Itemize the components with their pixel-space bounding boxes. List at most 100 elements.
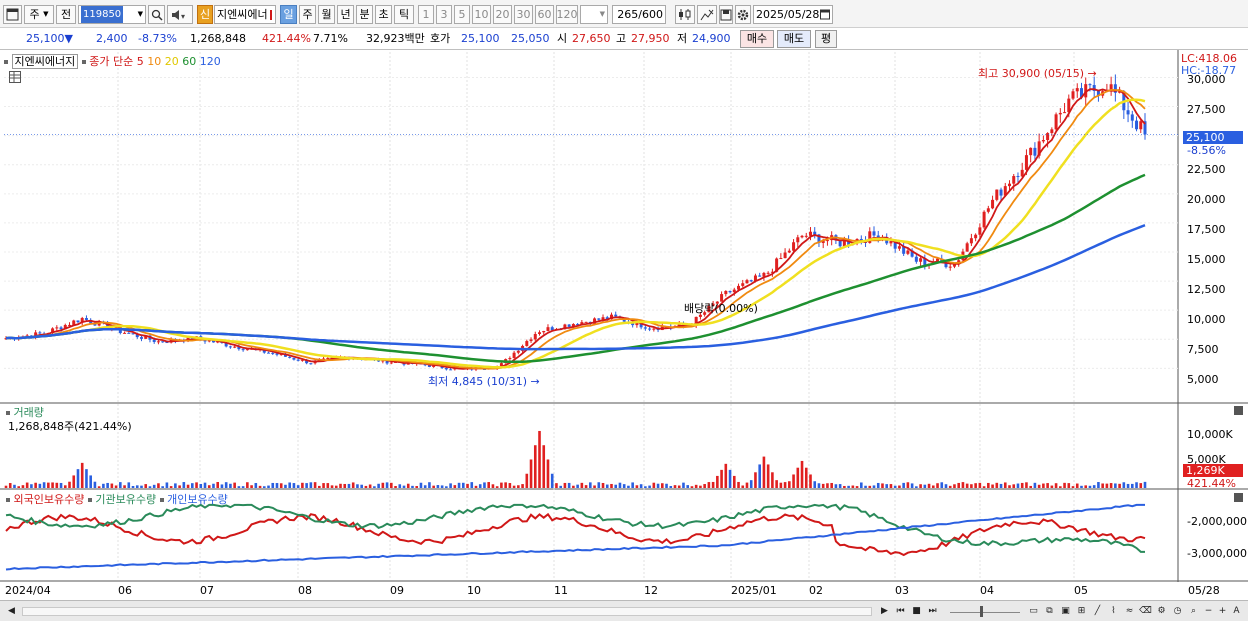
num-button-10[interactable]: 10 (472, 5, 491, 24)
volume-bar (851, 485, 855, 488)
clock-icon[interactable]: ◷ (1170, 604, 1185, 619)
count-max: /600 (638, 8, 663, 21)
settings-icon[interactable]: ⚙ (1154, 604, 1169, 619)
stock-code-input[interactable]: 119850 ▼ (78, 5, 146, 24)
custom-num-select[interactable]: ▼ (580, 5, 608, 24)
interval-year[interactable]: 년 (337, 5, 354, 24)
interval-minute[interactable]: 분 (356, 5, 373, 24)
volume-bar (775, 480, 778, 488)
period-select[interactable]: 주 ▼ (24, 5, 54, 24)
volume-bar (85, 469, 88, 488)
speaker-icon[interactable]: ▾ (167, 5, 193, 24)
chart-canvas[interactable] (0, 50, 1248, 600)
interval-week[interactable]: 주 (299, 5, 316, 24)
data-table-icon[interactable] (9, 71, 21, 83)
erase-icon[interactable]: ⌫ (1138, 604, 1153, 619)
volume-bar (119, 482, 122, 488)
change-amount: 2,400 (96, 32, 128, 45)
hoga-label: 호가 (430, 32, 451, 45)
x-tick: 08 (298, 584, 312, 597)
candle-body (796, 237, 800, 243)
candle-body (161, 341, 165, 343)
low-label: 저 (677, 32, 688, 45)
date-field[interactable]: 2025/05/28 (753, 5, 833, 24)
close-holding-pane-icon[interactable] (1234, 493, 1243, 502)
num-button-1[interactable]: 1 (418, 5, 434, 24)
candle-body (643, 327, 647, 329)
volume-bar (1003, 482, 1007, 488)
count-field[interactable]: 265/600 (612, 5, 666, 24)
interval-day[interactable]: 일 (280, 5, 297, 24)
bid-price: 25,050 (511, 32, 550, 45)
volume-bar (1029, 485, 1032, 488)
overlay-icon[interactable]: ▣ (1058, 604, 1073, 619)
chevron-down-icon: ▼ (599, 10, 605, 18)
zoom-slider[interactable] (950, 605, 1020, 618)
split-icon[interactable]: ⧉ (1042, 604, 1057, 619)
volume-bar (656, 483, 660, 488)
volume-bar (504, 482, 507, 488)
scroll-right-icon[interactable]: ▶ (877, 604, 892, 619)
volume-bar (1063, 482, 1066, 488)
interval-tick[interactable]: 틱 (394, 5, 414, 24)
volume-bar (978, 482, 982, 488)
num-button-120[interactable]: 120 (556, 5, 578, 24)
individual-holding-label: 개인보유수량 (167, 493, 228, 506)
calendar-icon[interactable] (820, 8, 830, 23)
volume-bar (826, 483, 829, 488)
search-icon[interactable] (148, 5, 165, 24)
num-button-30[interactable]: 30 (514, 5, 533, 24)
sell-button[interactable]: 매도 (777, 30, 811, 48)
zoom-in-icon[interactable]: + (1215, 604, 1230, 619)
volume-bar (390, 482, 393, 488)
num-button-5[interactable]: 5 (454, 5, 470, 24)
zoom-icon[interactable]: ⌕ (1186, 604, 1201, 619)
volume-bar (821, 483, 825, 488)
close-volume-pane-icon[interactable] (1234, 406, 1243, 415)
ma-period-60: 60 (182, 55, 197, 68)
interval-month[interactable]: 월 (318, 5, 335, 24)
volume-bar (991, 484, 994, 488)
volume-bar (487, 482, 490, 488)
volume-bar (508, 483, 512, 488)
compare-icon[interactable]: ≈ (1122, 604, 1137, 619)
candle-body (597, 318, 601, 320)
stop-icon[interactable]: ■ (909, 604, 924, 619)
num-button-3[interactable]: 3 (436, 5, 452, 24)
scroll-track[interactable] (22, 607, 872, 616)
rewind-icon[interactable]: ⏮ (893, 604, 908, 619)
volume-bar (97, 486, 101, 488)
x-tick: 12 (644, 584, 658, 597)
prev-button[interactable]: 전 (56, 5, 76, 24)
save-icon[interactable] (719, 5, 733, 24)
stock-name-field[interactable]: 지엔씨에너 (214, 5, 276, 24)
volume-bar (699, 485, 702, 488)
layout-icon[interactable]: ▭ (1026, 604, 1041, 619)
volume-bar (292, 483, 296, 488)
gear-icon[interactable] (735, 5, 751, 24)
scroll-left-icon[interactable]: ◀ (4, 604, 19, 619)
interval-second[interactable]: 초 (375, 5, 392, 24)
volume-bar (174, 483, 177, 488)
candle-body (919, 258, 923, 262)
pattern-icon[interactable]: ⊞ (1074, 604, 1089, 619)
trend-icon[interactable]: ⌇ (1106, 604, 1121, 619)
volume-bar (686, 485, 690, 488)
candle-icon[interactable] (675, 5, 695, 24)
zoom-out-icon[interactable]: − (1201, 604, 1216, 619)
fast-forward-icon[interactable]: ⏭ (925, 604, 940, 619)
window-icon[interactable] (3, 5, 22, 24)
volume-bar (199, 483, 203, 488)
num-button-60[interactable]: 60 (535, 5, 554, 24)
text-size-icon[interactable]: A (1229, 604, 1244, 619)
draw-line-icon[interactable]: ╱ (1090, 604, 1105, 619)
buy-button[interactable]: 매수 (740, 30, 774, 48)
holding-y-tick: -3,000,000 (1187, 547, 1247, 560)
volume-bar (364, 485, 368, 488)
num-button-20[interactable]: 20 (493, 5, 512, 24)
volume-bar (305, 483, 308, 488)
volume-bar (843, 485, 846, 488)
crosshair-icon[interactable] (697, 5, 717, 24)
eval-button[interactable]: 평 (815, 30, 837, 48)
volume-bar (677, 485, 681, 488)
